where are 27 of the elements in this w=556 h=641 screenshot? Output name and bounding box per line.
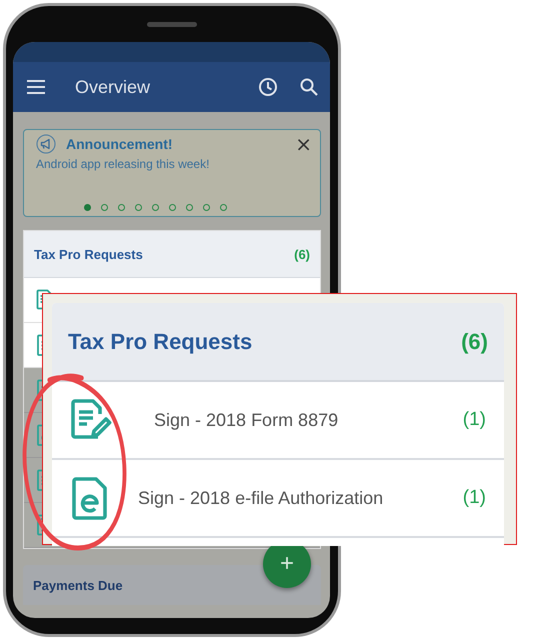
request-label[interactable]: Sign - 2018 e-file Authorization — [138, 488, 463, 508]
page-dot[interactable] — [118, 204, 124, 211]
page-dot[interactable] — [100, 204, 108, 211]
megaphone-icon — [36, 134, 56, 154]
page-dot[interactable] — [186, 204, 192, 211]
page-dot[interactable] — [134, 204, 142, 211]
card-title: Tax Pro Requests — [34, 246, 143, 262]
card-count: (6) — [461, 328, 488, 354]
page-dot[interactable] — [168, 204, 176, 211]
request-count: (1) — [462, 487, 486, 509]
clock-icon[interactable] — [258, 77, 278, 97]
speaker-grille — [146, 22, 196, 27]
card-title: Tax Pro Requests — [68, 328, 252, 354]
page-dot[interactable] — [152, 204, 158, 211]
card-title: Payments Due — [33, 578, 123, 592]
close-button[interactable]: × — [293, 134, 314, 154]
request-count: (1) — [462, 409, 486, 431]
request-label[interactable]: Sign - 2018 Form 8879 — [154, 410, 463, 430]
search-icon[interactable] — [300, 78, 318, 96]
page-dot[interactable] — [220, 204, 226, 211]
page-dot[interactable] — [84, 204, 90, 211]
app-bar-title: Overview — [75, 76, 150, 98]
page-dot[interactable] — [202, 204, 210, 211]
card-count: (6) — [294, 246, 310, 262]
announcement-message: Android app releasing this week! — [36, 157, 210, 171]
announcement-title: Announcement! — [66, 136, 174, 152]
menu-icon[interactable] — [27, 80, 45, 94]
